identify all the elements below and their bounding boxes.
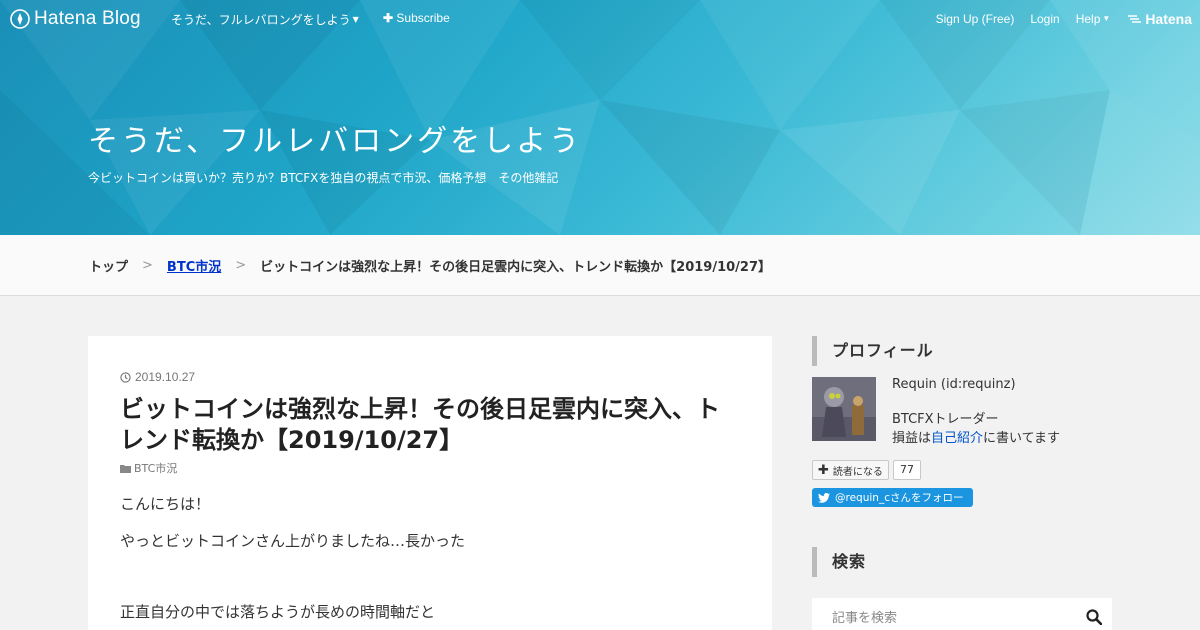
signup-link[interactable]: Sign Up (Free) xyxy=(936,12,1015,26)
magnifier-icon xyxy=(1086,608,1103,625)
avatar-image xyxy=(812,377,876,441)
search-heading: 検索 xyxy=(812,547,866,577)
entry-category-label: BTC市況 xyxy=(134,462,178,475)
entry-date-text: 2019.10.27 xyxy=(135,370,196,384)
entry-title[interactable]: ビットコインは強烈な上昇！その後日足雲内に突入、トレンド転換か【2019/10/… xyxy=(120,394,740,456)
profile-role: BTCFXトレーダー xyxy=(892,412,999,427)
profile-note-after: に書いてます xyxy=(983,431,1060,446)
subscribe-reader-button[interactable]: ✚ 読者になる xyxy=(812,460,889,480)
twitter-bird-icon xyxy=(818,492,830,503)
entry-paragraph: 正直自分の中では落ちようが長めの時間軸だと xyxy=(120,603,436,621)
blog-title[interactable]: そうだ、フルレバロングをしよう xyxy=(88,116,582,160)
blog-menu-dropdown[interactable]: そうだ、フルレバロングをしよう ▼ xyxy=(171,11,359,28)
global-header-right: Sign Up (Free) Login Help ▼ Hatena xyxy=(920,11,1192,27)
reader-button-label: 読者になる xyxy=(832,466,883,478)
search-button[interactable] xyxy=(1084,608,1104,628)
breadcrumb-top[interactable]: トップ xyxy=(89,256,128,275)
twitter-follow-button[interactable]: @requin_cさんをフォロー xyxy=(812,488,973,507)
entry-paragraph: やっとビットコインさん上がりましたね…長かった xyxy=(120,532,466,550)
clock-icon xyxy=(120,371,131,383)
entry-date[interactable]: 2019.10.27 xyxy=(120,370,195,384)
article-card: 2019.10.27 ビットコインは強烈な上昇！その後日足雲内に突入、トレンド転… xyxy=(88,336,772,630)
help-label: Help xyxy=(1075,12,1101,26)
search-form xyxy=(812,598,1112,630)
global-header: Hatena Blog そうだ、フルレバロングをしよう ▼ ✚ Subscribe… xyxy=(0,0,1200,36)
breadcrumb-separator: > xyxy=(142,258,153,273)
plus-icon: ✚ xyxy=(818,462,829,478)
entry-paragraph: こんにちは！ xyxy=(120,495,211,513)
hatena-logo-text: Hatena xyxy=(1145,11,1192,27)
breadcrumb-current: ビットコインは強烈な上昇！その後日足雲内に突入、トレンド転換か【2019/10/… xyxy=(260,260,772,275)
breadcrumb-bar: トップ > BTC市況 > ビットコインは強烈な上昇！その後日足雲内に突入、トレ… xyxy=(0,235,1200,296)
breadcrumb-category-link[interactable]: BTC市況 xyxy=(167,256,221,275)
entry-category[interactable]: BTC市況 xyxy=(120,460,177,476)
profile-name[interactable]: Requin (id:requinz) xyxy=(892,377,1016,392)
breadcrumb-separator: > xyxy=(235,258,247,273)
caret-down-icon: ▼ xyxy=(1102,14,1111,23)
profile-note: 損益は自己紹介に書いてます xyxy=(892,427,1060,446)
profile-about-link[interactable]: 自己紹介 xyxy=(931,431,983,446)
subscribe-button[interactable]: ✚ Subscribe xyxy=(383,11,450,25)
plus-icon: ✚ xyxy=(383,11,394,25)
reader-count: 77 xyxy=(893,460,921,480)
hatena-logo[interactable]: Hatena xyxy=(1128,11,1192,27)
subscribe-label: Subscribe xyxy=(396,11,450,25)
blog-description: 今ビットコインは買いか？売りか？BTCFXを独自の視点で市況、価格予想 その他雑… xyxy=(88,171,559,185)
breadcrumb: トップ > BTC市況 > ビットコインは強烈な上昇！その後日足雲内に突入、トレ… xyxy=(89,256,771,275)
avatar[interactable] xyxy=(812,377,876,441)
login-link[interactable]: Login xyxy=(1030,12,1059,26)
folder-icon xyxy=(120,464,131,473)
help-menu[interactable]: Help ▼ xyxy=(1076,12,1111,26)
blog-header: Hatena Blog そうだ、フルレバロングをしよう ▼ ✚ Subscribe… xyxy=(0,0,1200,235)
caret-down-icon: ▼ xyxy=(352,15,359,24)
brand-name: Hatena Blog xyxy=(34,8,141,29)
profile-note-before: 損益は xyxy=(892,431,932,446)
blog-menu-label: そうだ、フルレバロングをしよう xyxy=(171,13,351,27)
hatena-bird-icon xyxy=(1128,15,1142,23)
profile-heading: プロフィール xyxy=(812,336,934,366)
hatena-blog-logo[interactable]: Hatena Blog xyxy=(10,8,141,30)
twitter-follow-label: @requin_cさんをフォロー xyxy=(835,492,964,504)
hatena-blog-pen-icon xyxy=(10,9,30,29)
search-input[interactable] xyxy=(812,598,1072,630)
